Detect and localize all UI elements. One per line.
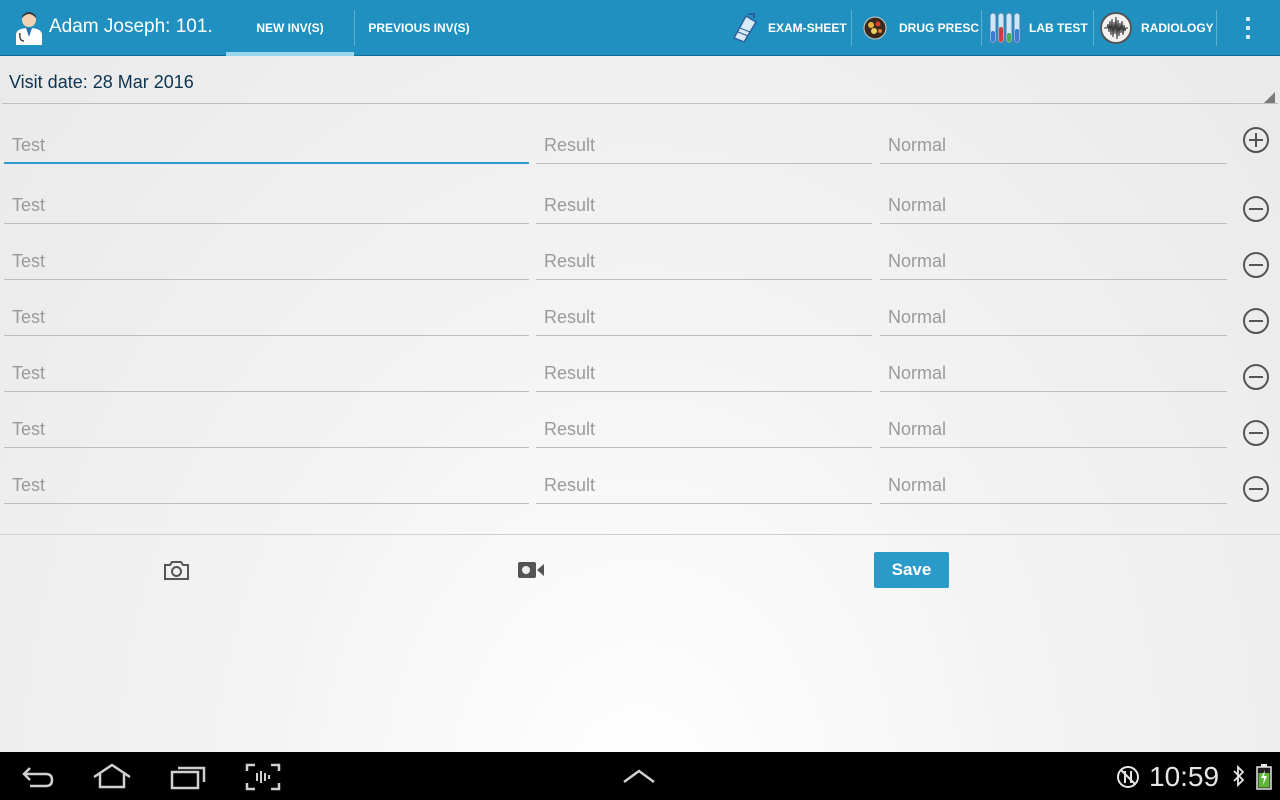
remove-row-button[interactable] xyxy=(1243,420,1269,446)
radiology-button[interactable]: RADIOLOGY xyxy=(1099,8,1214,48)
remove-row-button[interactable] xyxy=(1243,196,1269,222)
save-button[interactable]: Save xyxy=(874,552,949,588)
pills-icon xyxy=(863,16,887,40)
test-input[interactable] xyxy=(4,412,529,448)
action-divider xyxy=(981,10,982,46)
patient-title: Adam Joseph: 101. xyxy=(49,16,213,37)
test-input[interactable] xyxy=(4,188,529,224)
normal-input[interactable] xyxy=(880,468,1227,504)
result-input[interactable] xyxy=(536,412,872,448)
tab-previous-invs[interactable]: PREVIOUS INV(S) xyxy=(355,0,483,56)
footer-divider xyxy=(0,534,1280,535)
normal-input[interactable] xyxy=(880,300,1227,336)
test-input[interactable] xyxy=(4,244,529,280)
add-row-button[interactable] xyxy=(1243,127,1269,153)
remove-row-button[interactable] xyxy=(1243,308,1269,334)
test-input[interactable] xyxy=(4,468,529,504)
test-input[interactable] xyxy=(4,356,529,392)
exam-sheet-button[interactable]: EXAM-SHEET xyxy=(728,8,847,48)
normal-input[interactable] xyxy=(880,128,1227,164)
screenshot-icon[interactable] xyxy=(245,763,281,791)
overflow-menu-icon[interactable] xyxy=(1238,12,1258,44)
exam-sheet-label: EXAM-SHEET xyxy=(768,21,847,35)
radiology-label: RADIOLOGY xyxy=(1141,21,1214,35)
test-tubes-icon xyxy=(989,12,1021,44)
visit-date-selector[interactable]: Visit date: 28 Mar 2016 xyxy=(9,72,194,93)
action-divider xyxy=(851,10,852,46)
drug-presc-button[interactable]: DRUG PRESC xyxy=(862,8,979,48)
spinner-corner-icon xyxy=(1264,92,1275,103)
remove-row-button[interactable] xyxy=(1243,252,1269,278)
result-input[interactable] xyxy=(536,300,872,336)
video-camera-icon[interactable] xyxy=(517,559,545,581)
tab-label: NEW INV(S) xyxy=(256,21,324,35)
tab-label: PREVIOUS INV(S) xyxy=(368,21,470,35)
tab-new-invs[interactable]: NEW INV(S) xyxy=(226,0,354,56)
visit-date-underline xyxy=(2,103,1278,104)
bluetooth-icon xyxy=(1233,764,1245,788)
result-input[interactable] xyxy=(536,188,872,224)
normal-input[interactable] xyxy=(880,356,1227,392)
test-input[interactable] xyxy=(4,300,529,336)
back-icon[interactable] xyxy=(20,764,56,790)
normal-input[interactable] xyxy=(880,244,1227,280)
recent-apps-icon[interactable] xyxy=(170,764,206,790)
lab-test-label: LAB TEST xyxy=(1029,21,1088,35)
camera-icon[interactable] xyxy=(163,559,190,581)
waveform-icon xyxy=(1100,12,1132,44)
home-icon[interactable] xyxy=(92,763,132,789)
lab-test-button[interactable]: LAB TEST xyxy=(988,8,1088,48)
remove-row-button[interactable] xyxy=(1243,476,1269,502)
clock: 10:59 xyxy=(1149,761,1220,792)
action-divider xyxy=(1093,10,1094,46)
sync-off-icon xyxy=(1117,766,1139,788)
result-input[interactable] xyxy=(536,356,872,392)
doctor-avatar-icon xyxy=(16,12,42,45)
normal-input[interactable] xyxy=(880,188,1227,224)
result-input[interactable] xyxy=(536,468,872,504)
remove-row-button[interactable] xyxy=(1243,364,1269,390)
normal-input[interactable] xyxy=(880,412,1227,448)
battery-charging-icon xyxy=(1256,764,1272,790)
result-input[interactable] xyxy=(536,128,872,164)
result-input[interactable] xyxy=(536,244,872,280)
drug-presc-label: DRUG PRESC xyxy=(899,21,980,35)
chevron-up-icon[interactable] xyxy=(622,768,656,784)
test-input[interactable] xyxy=(4,128,529,164)
clipboard-pen-icon xyxy=(732,13,758,43)
action-divider xyxy=(1216,10,1217,46)
action-bar: Adam Joseph: 101. NEW INV(S) PREVIOUS IN… xyxy=(0,0,1280,56)
